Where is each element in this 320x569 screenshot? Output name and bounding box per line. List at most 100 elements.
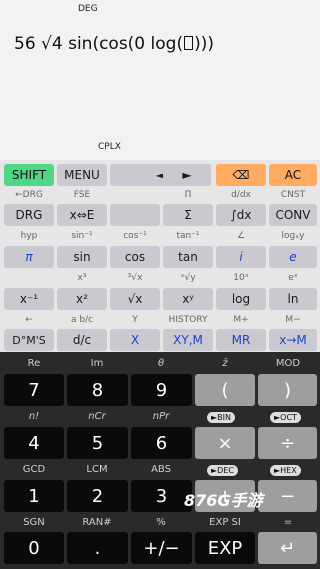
input-cursor-box [184,36,194,50]
sign-toggle-button[interactable]: +/− [131,532,192,564]
watermark-logo: 876G手游 [184,491,263,510]
complex-mode-indicator: CPLX [98,142,121,152]
to-dec-label: ►DEC [207,465,238,476]
calculator-display: DEG 56 √4 sin(cos(0 log())) CPLX [0,0,320,160]
digit-5-button[interactable]: 5 [67,427,128,459]
label-real: Re [27,358,41,369]
label-mod: MOD [275,358,301,369]
label-drg-left: ←DRG [15,190,43,200]
integral-button[interactable]: ∫dx [216,204,266,226]
digit-6-button[interactable]: 6 [131,427,192,459]
expression-field[interactable]: 56 √4 sin(cos(0 log())) [14,34,214,54]
label-log-base: logₓy [281,231,305,241]
cos-button[interactable]: cos [110,246,160,268]
all-clear-button[interactable]: AC [269,164,317,186]
label-arcsin: sin⁻¹ [71,231,93,241]
enter-icon: ↵ [279,537,296,559]
power-button[interactable]: xʸ [163,288,213,310]
sqrt-button[interactable]: √x [110,288,160,310]
digit-7-button[interactable]: 7 [4,374,64,406]
label-pi-product: Π [184,190,192,200]
digit-2-button[interactable]: 2 [67,480,128,512]
blank-function-button[interactable] [110,204,160,226]
label-derivative: d/dx [231,190,251,200]
memory-recall-button[interactable]: MR [216,329,266,351]
exp-button[interactable]: EXP [195,532,255,564]
label-percent: % [156,517,166,528]
to-bin-label: ►BIN [207,412,235,423]
label-exp-si: EXP SI [209,517,241,528]
square-button[interactable]: x² [57,288,107,310]
label-fse: FSE [73,190,91,200]
label-ten-power: 10ˣ [233,273,249,283]
multiply-button[interactable]: × [195,427,255,459]
digit-0-button[interactable]: 0 [4,532,64,564]
decimal-point-button[interactable]: . [67,532,128,564]
digit-4-button[interactable]: 4 [4,427,64,459]
label-arccos: cos⁻¹ [123,231,147,241]
label-abs: ABS [151,464,171,475]
expression-text: 56 √4 sin(cos(0 log( [14,34,184,54]
label-y-var: Y [132,315,138,325]
ln-button[interactable]: ln [269,288,317,310]
log-button[interactable]: log [216,288,266,310]
label-theta: θ [157,358,165,369]
label-memory-add: M+ [233,315,249,325]
menu-button[interactable]: MENU [57,164,107,186]
expression-closing: ))) [194,34,214,54]
label-conjugate: z̄ [222,358,228,369]
minus-button[interactable]: − [258,480,317,512]
label-random: RAN# [82,517,112,528]
label-arctan: tan⁻¹ [176,231,200,241]
label-constants: CNST [280,190,306,200]
backspace-button[interactable]: ⌫ [216,164,266,186]
label-memory-sub: M− [285,315,301,325]
label-xth-root: ˣ√y [180,273,196,283]
x-e-toggle-button[interactable]: x⇔E [57,204,107,226]
digit-9-button[interactable]: 9 [131,374,192,406]
label-gcd: GCD [22,464,46,475]
backspace-icon: ⌫ [232,168,250,182]
label-equals: = [283,517,293,528]
label-back-arrow: ← [25,315,33,325]
angle-mode-indicator: DEG [78,4,98,14]
label-angle: ∠ [236,231,246,241]
label-imag: Im [90,358,104,369]
digit-1-button[interactable]: 1 [4,480,64,512]
enter-button[interactable]: ↵ [258,532,317,564]
tan-button[interactable]: tan [163,246,213,268]
sigma-button[interactable]: Σ [163,204,213,226]
cursor-right-button[interactable]: ► [163,164,211,186]
sin-button[interactable]: sin [57,246,107,268]
pi-button[interactable]: π [4,246,54,268]
to-oct-label: ►OCT [270,412,301,423]
convert-button[interactable]: CONV [269,204,317,226]
label-cube-root: ³√x [127,273,143,283]
imaginary-button[interactable]: i [216,246,266,268]
digit-3-button[interactable]: 3 [131,480,192,512]
divide-button[interactable]: ÷ [258,427,317,459]
label-lcm: LCM [86,464,108,475]
label-mixed-fraction: a b/c [70,315,94,325]
store-memory-button[interactable]: x→M [269,329,317,351]
close-paren-button[interactable]: ) [258,374,317,406]
label-factorial: n! [28,411,40,422]
label-cube: x³ [77,273,87,283]
reciprocal-button[interactable]: x⁻¹ [4,288,54,310]
digit-8-button[interactable]: 8 [67,374,128,406]
label-hyp: hyp [20,231,38,241]
euler-button[interactable]: e [269,246,317,268]
dms-button[interactable]: D°M'S [4,329,54,351]
label-sgn: SGN [23,517,45,528]
xy-memory-button[interactable]: XY,M [163,329,213,351]
right-arrow-icon: ► [182,168,192,182]
to-hex-label: ►HEX [270,465,301,476]
open-paren-button[interactable]: ( [195,374,255,406]
fraction-button[interactable]: d/c [57,329,107,351]
label-ncr: nCr [88,411,106,422]
x-variable-button[interactable]: X [110,329,160,351]
drg-button[interactable]: DRG [4,204,54,226]
shift-button[interactable]: SHIFT [4,164,54,186]
label-history: HISTORY [168,315,208,325]
label-npr: nPr [152,411,170,422]
